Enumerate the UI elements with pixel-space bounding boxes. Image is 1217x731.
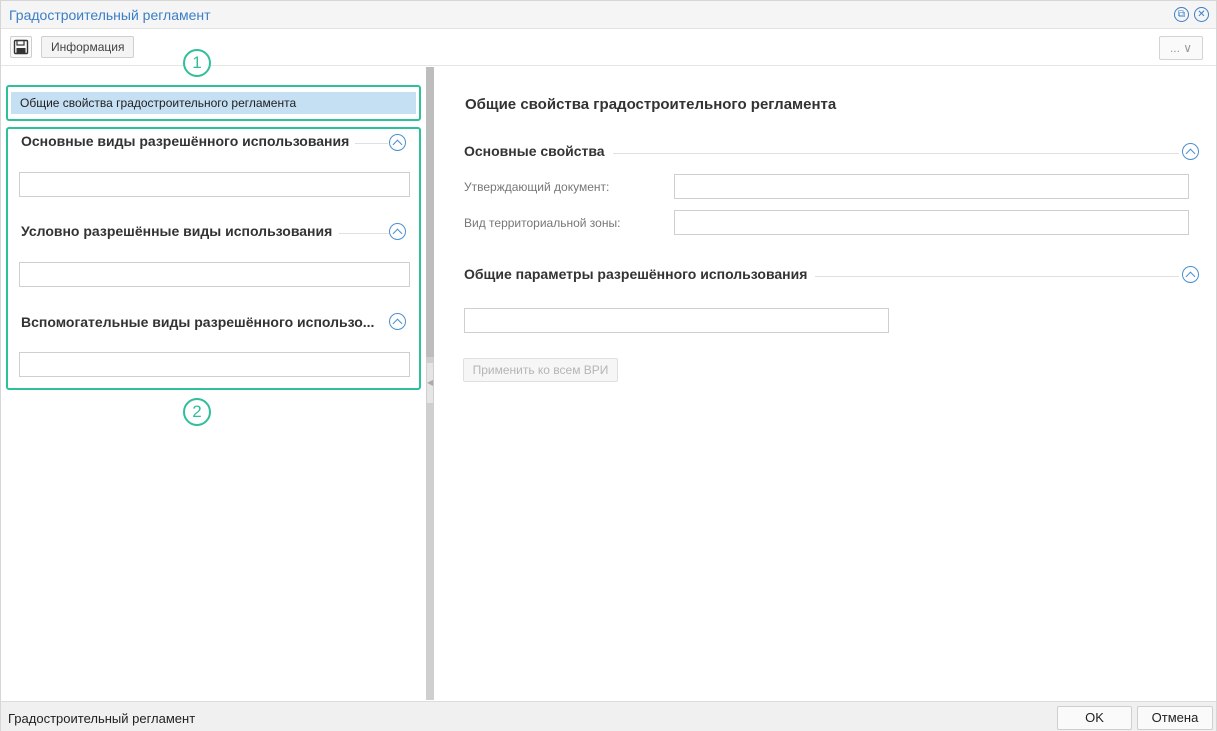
main-uses-field[interactable] xyxy=(19,172,410,197)
section-title: Основные свойства xyxy=(464,143,613,159)
dialog-window: Градостроительный регламент ⧉ ✕ Информац… xyxy=(0,0,1217,731)
info-button[interactable]: Информация xyxy=(41,36,135,58)
status-bar: Градостроительный регламент OK Отмена xyxy=(1,701,1216,731)
collapse-icon[interactable] xyxy=(1182,266,1199,283)
annotation-marker-1: 1 xyxy=(183,49,211,77)
section-title: Вспомогательные виды разрешённого исполь… xyxy=(21,314,375,330)
collapse-icon[interactable] xyxy=(389,223,406,240)
status-text: Градостроительный регламент xyxy=(8,711,196,726)
section-main-properties: Основные свойства xyxy=(464,143,1184,163)
collapse-icon[interactable] xyxy=(1182,143,1199,160)
page-title: Общие свойства градостроительного реглам… xyxy=(465,96,837,113)
zone-type-label: Вид территориальной зоны: xyxy=(464,216,621,230)
section-divider xyxy=(353,143,388,144)
cancel-button[interactable]: Отмена xyxy=(1137,706,1213,730)
title-bar: Градостроительный регламент ⧉ ✕ xyxy=(1,1,1216,29)
window-title: Градостроительный регламент xyxy=(9,7,211,23)
section-divider xyxy=(604,153,1179,154)
section-title: Условно разрешённые виды использования xyxy=(21,223,339,239)
conditional-uses-field[interactable] xyxy=(19,262,410,287)
collapse-icon[interactable] xyxy=(389,134,406,151)
section-auxiliary-uses: Вспомогательные виды разрешённого исполь… xyxy=(21,314,411,334)
ok-button[interactable]: OK xyxy=(1057,706,1132,730)
scrollbar-thumb[interactable] xyxy=(426,67,434,357)
zone-type-field[interactable] xyxy=(674,210,1189,235)
section-divider xyxy=(812,276,1179,277)
annotation-box-2 xyxy=(6,127,421,390)
auxiliary-uses-field[interactable] xyxy=(19,352,410,377)
section-conditional-uses: Условно разрешённые виды использования xyxy=(21,223,411,243)
section-divider xyxy=(339,233,389,234)
section-title: Общие параметры разрешённого использован… xyxy=(464,266,816,282)
pane-splitter[interactable]: ◀ xyxy=(426,67,434,700)
save-button[interactable] xyxy=(10,36,32,58)
collapse-pane-handle[interactable]: ◀ xyxy=(427,363,433,403)
floppy-disk-icon xyxy=(13,39,29,55)
close-icon[interactable]: ✕ xyxy=(1194,7,1209,22)
annotation-marker-2: 2 xyxy=(183,398,211,426)
nav-item-general-properties[interactable]: Общие свойства градостроительного реглам… xyxy=(11,92,416,114)
more-dropdown-button[interactable]: ... ∨ xyxy=(1159,36,1203,60)
general-params-field[interactable] xyxy=(464,308,889,333)
section-main-uses: Основные виды разрешённого использования xyxy=(21,133,411,153)
approving-document-field[interactable] xyxy=(674,174,1189,199)
restore-icon[interactable]: ⧉ xyxy=(1174,7,1189,22)
section-general-params: Общие параметры разрешённого использован… xyxy=(464,266,1184,286)
section-title: Основные виды разрешённого использования xyxy=(21,133,356,149)
apply-to-all-button[interactable]: Применить ко всем ВРИ xyxy=(463,358,618,382)
approving-document-label: Утверждающий документ: xyxy=(464,180,610,194)
collapse-icon[interactable] xyxy=(389,313,406,330)
